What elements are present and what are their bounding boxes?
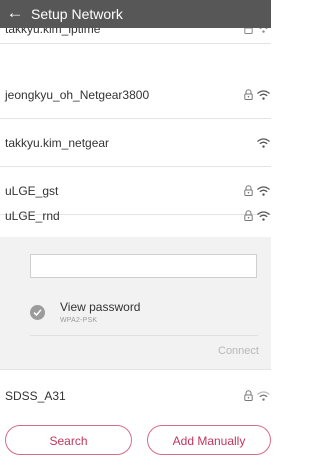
network-ssid: jeongkyu_oh_Netgear3800 bbox=[5, 88, 150, 102]
network-ssid: takkyu.kim_iptime bbox=[5, 28, 101, 36]
network-ssid: SDSS_A31 bbox=[5, 389, 66, 403]
wifi-signal-icon bbox=[257, 391, 270, 401]
search-button[interactable]: Search bbox=[5, 425, 132, 455]
wifi-signal-icon bbox=[257, 211, 270, 221]
connect-button[interactable]: Connect bbox=[218, 345, 259, 357]
view-password-checkbox[interactable] bbox=[30, 305, 45, 320]
password-panel: View password WPA2-PSK Connect bbox=[0, 237, 271, 370]
page-title: Setup Network bbox=[31, 6, 123, 22]
lock-icon bbox=[244, 89, 253, 100]
bottom-action-bar: Search Add Manually bbox=[0, 415, 271, 469]
security-type-label: WPA2-PSK bbox=[60, 317, 98, 324]
network-row-sdss-a31[interactable]: SDSS_A31 bbox=[0, 370, 271, 416]
network-row-jeongkyu-netgear3800[interactable]: jeongkyu_oh_Netgear3800 bbox=[0, 71, 271, 119]
wifi-signal-icon bbox=[257, 138, 270, 148]
add-manually-button[interactable]: Add Manually bbox=[147, 425, 271, 455]
network-row-takkyu-netgear[interactable]: takkyu.kim_netgear bbox=[0, 119, 271, 167]
network-row-ulge-rnd[interactable]: uLGE_rnd bbox=[0, 189, 271, 237]
network-ssid: takkyu.kim_netgear bbox=[5, 136, 110, 150]
lock-icon bbox=[244, 28, 253, 34]
divider bbox=[30, 335, 258, 336]
view-password-label: View password bbox=[60, 300, 141, 314]
network-row-takkyu-iptime[interactable]: takkyu.kim_iptime bbox=[0, 28, 271, 44]
back-arrow-icon[interactable]: ← bbox=[6, 4, 24, 22]
check-icon bbox=[33, 309, 42, 317]
network-ssid: uLGE_rnd bbox=[5, 209, 60, 223]
lock-icon bbox=[244, 210, 253, 221]
wifi-signal-icon bbox=[257, 90, 270, 100]
top-app-bar: ← Setup Network bbox=[0, 0, 271, 28]
lock-icon bbox=[244, 390, 253, 401]
password-input[interactable] bbox=[30, 254, 257, 278]
wifi-signal-icon bbox=[259, 28, 268, 33]
